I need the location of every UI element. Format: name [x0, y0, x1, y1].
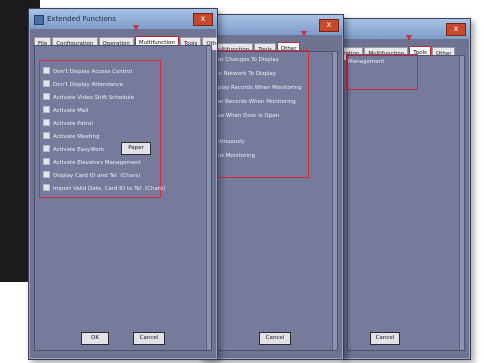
checkbox-option[interactable]: Activate Video Shift Schedule [43, 92, 134, 105]
scrollbar[interactable] [206, 46, 211, 350]
checkbox-icon[interactable] [43, 80, 50, 87]
dialog-front-titlebar: Extended Functions [29, 9, 217, 29]
close-button[interactable]: x [446, 23, 466, 36]
dialog-front-content: Don't Display Access Control Don't Displ… [34, 45, 212, 351]
checkbox-icon[interactable] [43, 67, 50, 74]
option-label: Activate Video Shift Schedule [53, 95, 134, 101]
option-row[interactable]: Allow Changes To Display [209, 54, 279, 67]
cancel-button[interactable]: Cancel [370, 332, 400, 345]
option-label: Import Valid Date, Card ID to Tel. (Char… [53, 186, 166, 192]
option-label: Close When Door is Open [209, 113, 280, 119]
option-label: Auto Network To Display [209, 71, 277, 77]
checkbox-icon[interactable] [43, 132, 50, 139]
paper-button[interactable]: Paper [121, 142, 151, 155]
highlight-arrow-icon [133, 25, 139, 31]
dialog-front: Extended Functions x File Configuration Op… [28, 8, 218, 360]
checkbox-option[interactable]: Activate Elevators Management [43, 157, 141, 170]
option-row[interactable]: Display Records When Monitoring [209, 82, 302, 95]
option-label: Display Card ID and Tel. (Chars) [53, 173, 141, 179]
scrollbar[interactable] [459, 56, 464, 350]
checkbox-option[interactable]: Display Card ID and Tel. (Chars) [43, 170, 140, 183]
option-management[interactable]: Management [348, 56, 384, 69]
option-row[interactable]: Auto Network To Display [209, 68, 276, 81]
checkbox-option[interactable]: Activate Mail [43, 105, 88, 118]
checkbox-option[interactable]: Activate Patrol [43, 118, 93, 131]
option-label: Activate Patrol [53, 121, 93, 127]
dialog-middle: x OperationMultifunctionToolsOther Allow… [200, 14, 344, 360]
option-label: Don't Display Access Control [53, 69, 132, 75]
ok-button[interactable]: OK [81, 332, 109, 345]
highlight-arrow-icon [301, 31, 307, 37]
checkbox-icon[interactable] [43, 93, 50, 100]
screenshot-stage: x OperationMultifunctionToolsOther Manag… [0, 0, 484, 363]
checkbox-option[interactable]: Don't Display Access Control [43, 66, 132, 79]
option-label: Clear Records When Monitoring [209, 99, 296, 105]
checkbox-option[interactable]: Activate Meeting [43, 131, 99, 144]
close-button[interactable]: x [319, 19, 339, 32]
checkbox-icon[interactable] [43, 119, 50, 126]
checkbox-icon[interactable] [43, 171, 50, 178]
dialog-back: x OperationMultifunctionToolsOther Manag… [341, 18, 471, 360]
checkbox-icon[interactable] [43, 145, 50, 152]
option-label: Activate Elevators Management [53, 160, 141, 166]
checkbox-option[interactable]: Import Valid Date, Card ID to Tel. (Char… [43, 183, 165, 196]
close-button[interactable]: x [193, 13, 213, 26]
option-label: Allow Changes To Display [209, 57, 279, 63]
option-label: Don't Display Attendance [53, 82, 124, 88]
cancel-button[interactable]: Cancel [133, 332, 165, 345]
tab-bar: OperationMultifunctionToolsOther [342, 41, 456, 60]
option-row[interactable]: Close When Door is Open [209, 110, 279, 123]
option-label: Management [348, 59, 385, 65]
dialog-title: Extended Functions [47, 15, 116, 23]
dialog-middle-content: Allow Changes To Display Auto Network To… [205, 50, 338, 351]
checkbox-icon[interactable] [43, 106, 50, 113]
option-label: Activate Mail [53, 108, 89, 114]
checkbox-icon[interactable] [43, 158, 50, 165]
option-label: Activate Meeting [53, 134, 100, 140]
checkbox-option[interactable]: Activate EasyWork [43, 144, 104, 157]
option-label: Activate EasyWork [53, 147, 105, 153]
tab-bar: File Configuration Operation Multifunction T… [34, 31, 217, 50]
checkbox-option[interactable]: Don't Display Attendance [43, 79, 123, 92]
app-icon [34, 15, 44, 25]
scrollbar[interactable] [332, 52, 337, 350]
highlight-arrow-icon [406, 35, 412, 41]
checkbox-icon[interactable] [43, 184, 50, 191]
option-label: Display Records When Monitoring [209, 85, 302, 91]
dialog-back-content: Management [346, 54, 465, 351]
option-row[interactable]: Clear Records When Monitoring [209, 96, 296, 109]
cancel-button[interactable]: Cancel [259, 332, 291, 345]
